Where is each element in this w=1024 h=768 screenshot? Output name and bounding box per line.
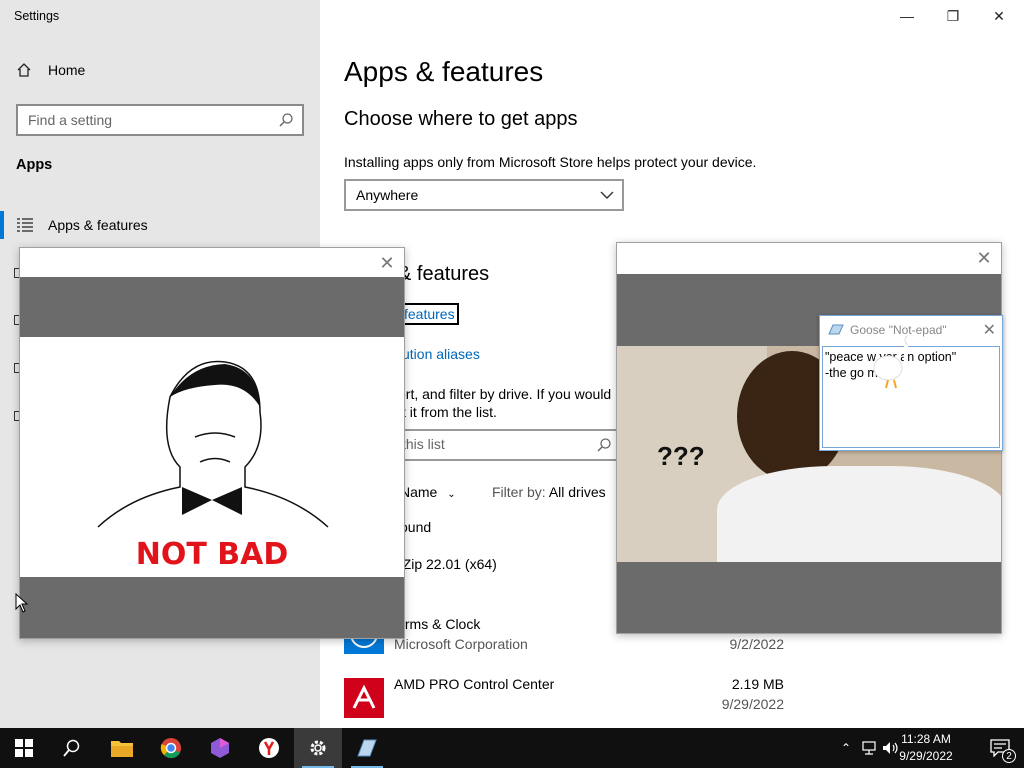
folder-icon bbox=[111, 741, 133, 757]
question-marks: ??? bbox=[657, 441, 705, 471]
install-description: Installing apps only from Microsoft Stor… bbox=[344, 154, 757, 170]
app-list-item[interactable]: AMD PRO Control Center 2.19 MB 9/29/2022 bbox=[344, 672, 784, 724]
apps-features-heading: & features bbox=[398, 263, 490, 285]
goose-icon bbox=[873, 334, 908, 389]
sidebar-item-label: Apps & features bbox=[48, 217, 148, 233]
app-install-date: 9/29/2022 bbox=[721, 696, 784, 712]
clock-time: 11:28 AM bbox=[901, 732, 951, 746]
notepad-icon bbox=[357, 739, 377, 757]
close-button[interactable]: ✕ bbox=[976, 0, 1022, 32]
filter-prefix: Filter by: bbox=[492, 484, 546, 500]
notepad-text-area[interactable]: "peace w ver an option" -the go me) bbox=[822, 346, 1000, 448]
file-explorer-button[interactable] bbox=[98, 728, 146, 768]
install-source-value: Anywhere bbox=[356, 187, 419, 203]
app-name: -Zip 22.01 (x64) bbox=[398, 556, 497, 572]
selection-accent bbox=[0, 211, 4, 239]
filter-value: All drives bbox=[548, 484, 606, 500]
image-band-bottom bbox=[20, 577, 404, 638]
search-list-input[interactable]: this list bbox=[380, 429, 620, 461]
filter-by-dropdown[interactable]: Filter by: All drives bbox=[492, 484, 606, 500]
home-icon bbox=[17, 63, 31, 77]
meme-image: NOT BAD bbox=[20, 337, 404, 577]
search-list-placeholder: this list bbox=[402, 436, 445, 452]
home-nav-item[interactable]: Home bbox=[16, 62, 85, 78]
minimize-button[interactable]: — bbox=[884, 0, 930, 32]
yandex-icon bbox=[259, 738, 279, 758]
taskbar-clock[interactable]: 11:28 AM 9/29/2022 bbox=[886, 731, 966, 765]
goose-notepad-window[interactable]: Goose "Not-epad" ✕ "peace w ver an optio… bbox=[819, 315, 1003, 451]
search-icon bbox=[279, 113, 293, 127]
chevron-up-icon[interactable]: ⌃ bbox=[836, 741, 856, 755]
popup-close-button[interactable]: ✕ bbox=[376, 252, 398, 274]
search-icon bbox=[597, 438, 611, 452]
app-name: larms & Clock bbox=[394, 616, 481, 632]
app-size: 2.19 MB bbox=[731, 676, 784, 692]
taskbar: ⌃ 11:28 AM 9/29/2022 2 bbox=[0, 728, 1024, 768]
section-label-apps: Apps bbox=[16, 157, 53, 173]
app-button[interactable] bbox=[196, 728, 244, 768]
clock-date: 9/29/2022 bbox=[899, 749, 953, 763]
home-label: Home bbox=[48, 62, 86, 78]
search-button[interactable] bbox=[48, 728, 96, 768]
notepad-close-button[interactable]: ✕ bbox=[983, 320, 996, 340]
app-execution-aliases-link[interactable]: ution aliases bbox=[402, 346, 480, 362]
chrome-icon bbox=[160, 738, 181, 759]
app-publisher: Microsoft Corporation bbox=[394, 636, 528, 652]
list-icon bbox=[17, 218, 33, 232]
photo-shirt bbox=[717, 466, 1001, 562]
action-center-button[interactable]: 2 bbox=[976, 728, 1024, 768]
meme-popup-left[interactable]: ✕ NOT BAD bbox=[19, 247, 405, 639]
page-title: Apps & features bbox=[344, 56, 544, 87]
app-install-date: 9/2/2022 bbox=[729, 636, 785, 652]
notepad-titlebar: Goose "Not-epad" bbox=[820, 316, 1002, 344]
image-band-bottom bbox=[617, 562, 1001, 633]
search-description-line2: t it from the list. bbox=[402, 404, 497, 420]
search-description-line1: ort, and filter by drive. If you would bbox=[398, 386, 612, 402]
windows-logo-icon bbox=[15, 739, 33, 757]
search-icon bbox=[63, 739, 80, 757]
chevron-down-icon: ⌄ bbox=[447, 489, 456, 500]
network-icon[interactable] bbox=[860, 741, 878, 755]
sort-by-dropdown[interactable]: Name ⌄ bbox=[400, 484, 456, 500]
notification-count-badge: 2 bbox=[1002, 749, 1016, 763]
optional-features-link[interactable]: features bbox=[400, 303, 459, 325]
chevron-down-icon bbox=[600, 191, 614, 199]
yandex-browser-button[interactable] bbox=[245, 728, 293, 768]
start-button[interactable] bbox=[0, 728, 48, 768]
amd-icon bbox=[344, 678, 384, 718]
app-name: AMD PRO Control Center bbox=[394, 676, 555, 692]
settings-taskbar-button[interactable] bbox=[294, 728, 342, 768]
notepad-icon bbox=[828, 324, 844, 335]
restore-button[interactable]: ❐ bbox=[930, 0, 976, 32]
popup-close-button[interactable]: ✕ bbox=[973, 247, 995, 269]
find-setting-input[interactable]: Find a setting bbox=[16, 104, 304, 136]
sort-value: Name bbox=[400, 484, 438, 500]
meme-caption: NOT BAD bbox=[135, 537, 289, 572]
install-source-dropdown[interactable]: Anywhere bbox=[344, 179, 624, 211]
hexagon-app-icon bbox=[211, 738, 229, 758]
choose-heading: Choose where to get apps bbox=[344, 108, 578, 130]
search-placeholder: Find a setting bbox=[28, 112, 113, 128]
image-band-top bbox=[20, 277, 404, 337]
chrome-button[interactable] bbox=[147, 728, 195, 768]
mouse-cursor-icon bbox=[15, 593, 29, 613]
sidebar-item-apps-features[interactable]: Apps & features bbox=[0, 210, 320, 240]
gear-icon bbox=[310, 740, 326, 756]
notepad-taskbar-button[interactable] bbox=[343, 728, 391, 768]
window-title: Settings bbox=[14, 9, 60, 23]
